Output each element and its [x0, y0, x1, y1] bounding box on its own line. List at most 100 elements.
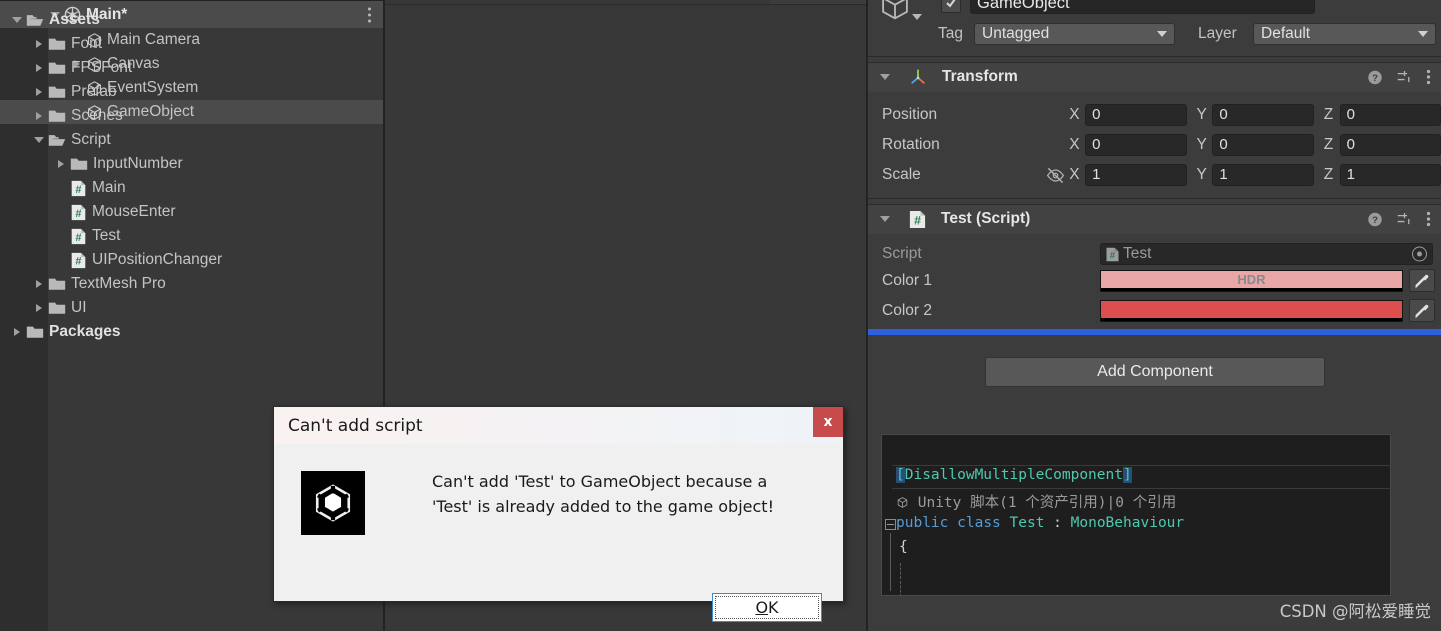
rotation-y-field[interactable]: 0 [1212, 134, 1314, 156]
transform-component-header[interactable]: Transform ? [868, 62, 1441, 92]
unity-logo-icon [301, 471, 365, 535]
color2-eyedropper-icon[interactable] [1409, 299, 1435, 322]
gameobject-name-field[interactable]: GameObject [970, 0, 1315, 14]
csharp-script-icon: # [70, 228, 87, 245]
folder-expand-arrow[interactable] [30, 64, 48, 72]
color1-eyedropper-icon[interactable] [1409, 269, 1435, 292]
help-icon[interactable]: ? [1367, 211, 1383, 227]
divider [868, 198, 1441, 199]
prefab-dropdown-icon[interactable] [912, 14, 922, 20]
project-item-main[interactable]: # Main [0, 176, 481, 200]
project-item-label: UI [71, 299, 87, 316]
script-object-field[interactable]: # Test [1100, 243, 1433, 265]
svg-text:#: # [914, 213, 921, 227]
object-picker-icon[interactable] [1412, 246, 1427, 262]
svg-text:#: # [75, 183, 81, 195]
folder-expand-arrow[interactable] [8, 17, 26, 23]
folder-expand-arrow[interactable] [52, 160, 70, 168]
project-item-prefab[interactable]: Prefab [0, 80, 481, 104]
folder-expand-arrow[interactable] [30, 280, 48, 288]
folder-expand-arrow[interactable] [30, 304, 48, 312]
folder-expand-arrow[interactable] [30, 88, 48, 96]
svg-text:#: # [1110, 250, 1116, 261]
project-item-test[interactable]: # Test [0, 224, 481, 248]
folder-icon [70, 156, 88, 172]
axis-z-label: Z [1323, 166, 1334, 183]
type-name: Test [1009, 515, 1045, 531]
axis-y-label: Y [1196, 136, 1207, 153]
code-bracket-close: ] [1122, 467, 1132, 483]
project-item-fpsfont[interactable]: FPSFont [0, 56, 481, 80]
axis-x-label: X [1069, 106, 1080, 123]
folder-expand-arrow[interactable] [30, 137, 48, 143]
position-y-field[interactable]: 0 [1212, 104, 1314, 126]
scale-x-field[interactable]: 1 [1085, 164, 1187, 186]
project-item-packages[interactable]: Packages [0, 320, 481, 344]
rotation-z-field[interactable]: 0 [1339, 134, 1441, 156]
csharp-script-icon: # [70, 204, 87, 221]
gameobject-cube-icon [878, 0, 912, 22]
project-item-font[interactable]: Font [0, 32, 481, 56]
layer-dropdown[interactable]: Default [1253, 23, 1436, 45]
folder-icon [48, 300, 66, 316]
folder-icon [48, 36, 66, 52]
color1-swatch[interactable]: HDR [1100, 270, 1403, 292]
tag-dropdown[interactable]: Untagged [974, 23, 1175, 45]
close-icon[interactable]: x [813, 407, 843, 437]
project-item-label: Font [71, 35, 103, 52]
position-x-field[interactable]: 0 [1085, 104, 1187, 126]
project-item-ui[interactable]: UI [0, 296, 481, 320]
transform-foldout-arrow[interactable] [876, 74, 894, 80]
divider [868, 56, 1441, 57]
csharp-script-icon: # [1105, 247, 1120, 262]
test-script-header-icons: ? [1367, 211, 1431, 228]
script-value: Test [1123, 245, 1152, 262]
folder-expand-arrow[interactable] [30, 40, 48, 48]
gameobject-active-checkbox[interactable] [941, 0, 961, 13]
inspector-header: GameObject Static [868, 0, 1441, 22]
code-line-codelens[interactable]: Unity 脚本(1 个资产引用)|0 个引用 [896, 491, 1390, 515]
more-menu-icon[interactable] [1426, 211, 1431, 228]
transform-position-row: Position X 0 Y 0 Z 0 [868, 100, 1441, 130]
axis-x-label: X [1069, 136, 1080, 153]
color2-swatch[interactable] [1100, 300, 1403, 322]
divider [868, 204, 1441, 205]
folder-expand-arrow[interactable] [30, 112, 48, 120]
code-attribute-name: DisallowMultipleComponent [904, 467, 1123, 483]
preset-settings-icon[interactable] [1396, 69, 1413, 86]
chevron-down-icon [1418, 31, 1428, 37]
project-item-scenes[interactable]: Scenes [0, 104, 481, 128]
test-script-component-header[interactable]: # Test (Script) ? [868, 204, 1441, 234]
axis-y-label: Y [1196, 166, 1207, 183]
ok-accelerator: O [755, 598, 769, 617]
add-component-button[interactable]: Add Component [985, 357, 1325, 387]
project-item-assets[interactable]: Assets [0, 8, 481, 32]
constrain-proportions-off-icon[interactable] [1046, 166, 1065, 185]
help-icon[interactable]: ? [1367, 69, 1383, 85]
project-item-script[interactable]: Script [0, 128, 481, 152]
layer-label: Layer [1198, 25, 1237, 42]
more-menu-icon[interactable] [1426, 69, 1431, 86]
axis-x-label: X [1069, 166, 1080, 183]
ok-button[interactable]: OK [712, 593, 822, 622]
scale-y-field[interactable]: 1 [1212, 164, 1314, 186]
folder-open-icon [48, 132, 66, 148]
position-z-field[interactable]: 0 [1339, 104, 1441, 126]
code-preview[interactable]: [DisallowMultipleComponent] Unity 脚本(1 个… [881, 434, 1391, 596]
dialog-title-bar[interactable]: Can't add script x [274, 407, 843, 444]
scale-z-field[interactable]: 1 [1339, 164, 1441, 186]
folder-open-icon [26, 12, 44, 28]
code-fold-toggle[interactable] [885, 519, 896, 530]
project-item-mouseenter[interactable]: # MouseEnter [0, 200, 481, 224]
project-item-textmesh-pro[interactable]: TextMesh Pro [0, 272, 481, 296]
svg-text:#: # [75, 231, 81, 243]
folder-expand-arrow[interactable] [8, 328, 26, 336]
test-script-foldout-arrow[interactable] [876, 216, 894, 222]
hdr-badge: HDR [1237, 272, 1266, 287]
preset-settings-icon[interactable] [1396, 211, 1413, 228]
project-item-label: FPSFont [71, 59, 133, 76]
project-item-inputnumber[interactable]: InputNumber [0, 152, 481, 176]
project-item-uipositionchanger[interactable]: # UIPositionChanger [0, 248, 481, 272]
rotation-x-field[interactable]: 0 [1085, 134, 1187, 156]
project-item-label: Packages [49, 323, 121, 340]
